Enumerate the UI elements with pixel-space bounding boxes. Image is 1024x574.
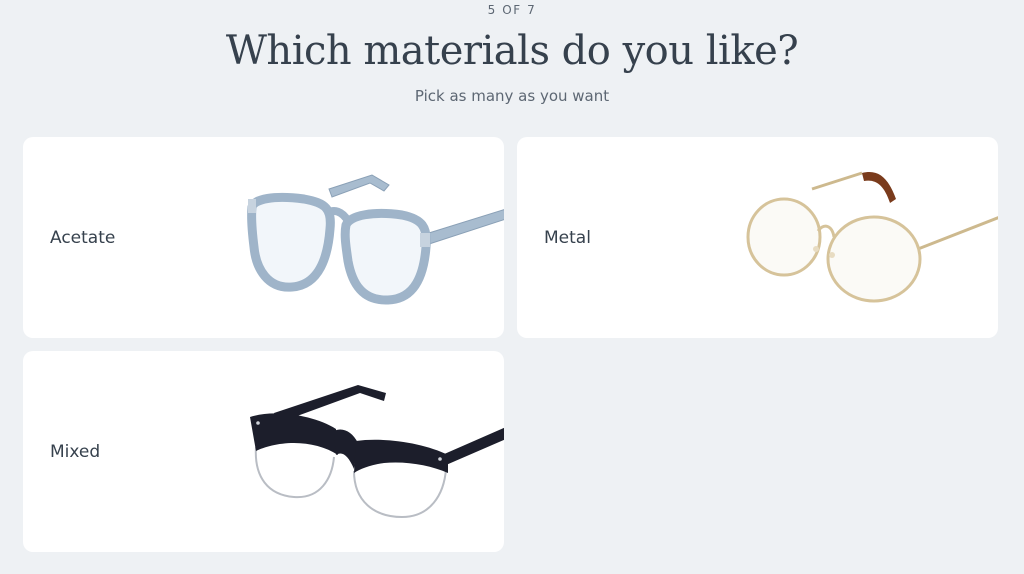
option-card-metal[interactable]: Metal — [517, 137, 998, 338]
page-title: Which materials do you like? — [225, 28, 799, 74]
blue-acetate-glasses-image — [234, 137, 504, 338]
page-subtitle: Pick as many as you want — [414, 87, 610, 105]
option-label-metal: Metal — [544, 227, 591, 248]
option-label-mixed: Mixed — [50, 441, 101, 462]
option-card-mixed[interactable]: Mixed — [23, 351, 504, 552]
option-card-acetate[interactable]: Acetate — [23, 137, 504, 338]
step-indicator: 5 OF 7 — [487, 3, 537, 17]
black-browline-glasses-image — [234, 351, 504, 552]
option-label-acetate: Acetate — [50, 227, 116, 248]
gold-metal-round-glasses-image — [728, 137, 998, 338]
